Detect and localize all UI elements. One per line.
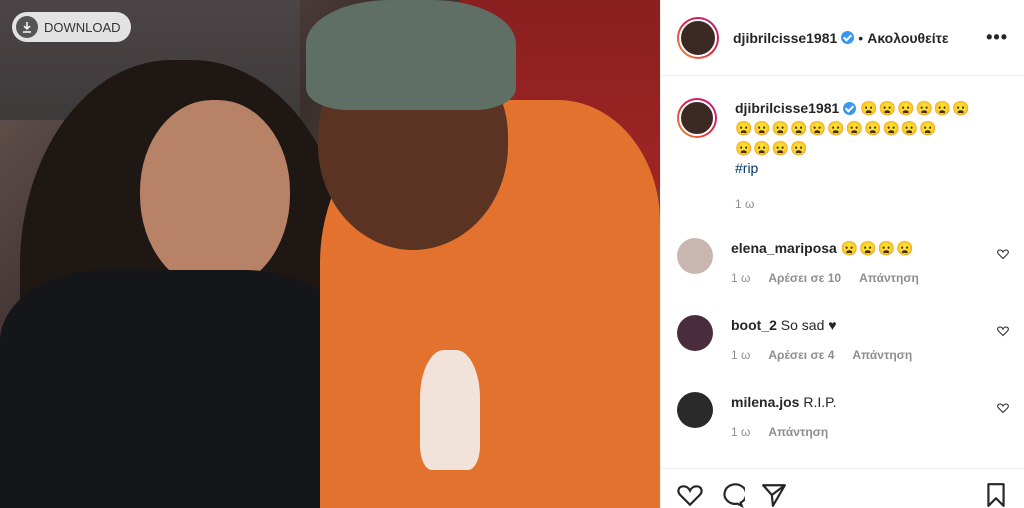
reply-button[interactable]: Απάντηση xyxy=(768,422,828,442)
more-options-icon[interactable]: ••• xyxy=(986,27,1008,48)
save-bookmark-icon[interactable] xyxy=(983,482,1009,508)
comment-time[interactable]: 1 ω xyxy=(731,268,750,288)
comment-item: elena_mariposa 😦😦😦😦 1 ω Αρέσει σε 10 Απά… xyxy=(661,238,1024,288)
download-button[interactable]: DOWNLOAD xyxy=(12,12,131,42)
commenter-avatar[interactable] xyxy=(677,238,713,274)
like-comment-heart-icon[interactable] xyxy=(997,402,1009,414)
post-photo[interactable]: DOWNLOAD xyxy=(0,0,660,508)
author-username[interactable]: djibrilcisse1981 xyxy=(733,30,837,46)
post-caption: djibrilcisse1981 😦😦😦😦😦😦 😦😦😦😦😦😦😦😦😦😦😦 😦😦😦😦… xyxy=(661,76,1024,214)
commenter-avatar[interactable] xyxy=(677,315,713,351)
post-actions-bar xyxy=(661,468,1024,508)
commenter-avatar[interactable] xyxy=(677,392,713,428)
comment-item: milena.jos R.I.P. 1 ω Απάντηση xyxy=(661,392,1024,442)
like-comment-heart-icon[interactable] xyxy=(997,325,1009,337)
separator-dot: • xyxy=(858,29,864,46)
like-heart-icon[interactable] xyxy=(677,482,703,508)
download-label: DOWNLOAD xyxy=(44,19,121,35)
comment-text: 😦😦😦😦 xyxy=(840,240,915,256)
caption-author-username[interactable]: djibrilcisse1981 xyxy=(735,100,839,116)
verified-badge-icon xyxy=(841,31,855,44)
comment-likes[interactable]: Αρέσει σε 10 xyxy=(768,268,841,288)
comment-time[interactable]: 1 ω xyxy=(731,345,750,365)
photo-girl-face xyxy=(140,100,290,290)
photo-girl-jacket xyxy=(0,270,350,508)
hashtag-link[interactable]: #rip xyxy=(735,158,985,178)
caption-author-avatar[interactable] xyxy=(677,98,717,138)
caption-emoji: 😦😦😦😦😦😦😦😦😦😦😦 xyxy=(735,120,938,136)
photo-man-beanie xyxy=(306,0,516,110)
share-paper-plane-icon[interactable] xyxy=(761,482,787,508)
download-icon xyxy=(16,16,38,38)
comment-bubble-icon[interactable] xyxy=(719,482,748,508)
commenter-username[interactable]: elena_mariposa xyxy=(731,240,837,256)
comment-time[interactable]: 1 ω xyxy=(731,422,750,442)
caption-emoji: 😦😦😦😦😦😦 xyxy=(860,100,971,116)
reply-button[interactable]: Απάντηση xyxy=(852,345,912,365)
like-comment-heart-icon[interactable] xyxy=(997,248,1009,260)
comment-text: R.I.P. xyxy=(803,394,837,410)
author-avatar[interactable] xyxy=(677,16,719,59)
post-time[interactable]: 1 ω xyxy=(735,194,985,214)
post-header: djibrilcisse1981 • Ακολουθείτε ••• xyxy=(661,0,1024,76)
following-button[interactable]: Ακολουθείτε xyxy=(867,30,948,46)
comment-text: So sad ♥ xyxy=(780,317,837,333)
commenter-username[interactable]: milena.jos xyxy=(731,394,799,410)
comment-likes[interactable]: Αρέσει σε 4 xyxy=(768,345,834,365)
caption-verified-badge-icon xyxy=(843,102,857,115)
photo-hoodie-logo xyxy=(420,350,480,470)
caption-emoji: 😦😦😦😦 xyxy=(735,140,809,156)
reply-button[interactable]: Απάντηση xyxy=(859,268,919,288)
comment-item: boot_2 So sad ♥ 1 ω Αρέσει σε 4 Απάντηση xyxy=(661,315,1024,365)
post-side-panel: djibrilcisse1981 • Ακολουθείτε ••• djibr… xyxy=(660,0,1024,508)
commenter-username[interactable]: boot_2 xyxy=(731,317,777,333)
